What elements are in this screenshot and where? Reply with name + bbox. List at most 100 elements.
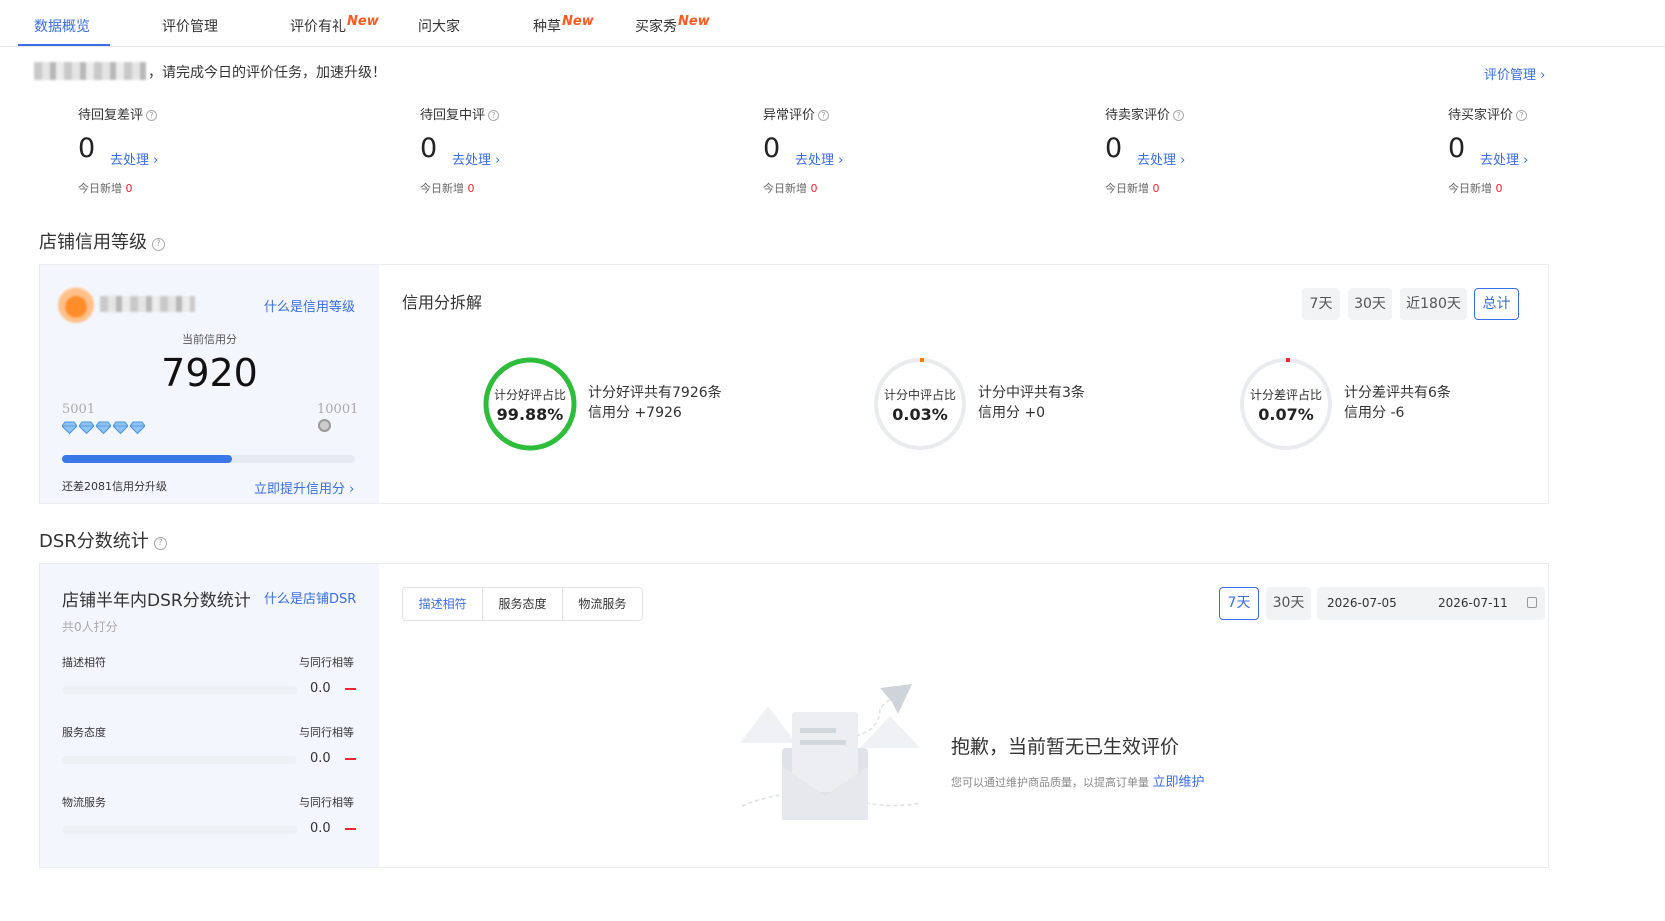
ring-value: 0.03% [892, 405, 948, 424]
process-link[interactable]: 去处理 › [1480, 149, 1528, 168]
range-7-days-button[interactable]: 7天 [1302, 288, 1340, 320]
tab-review-management[interactable]: 评价管理 [162, 16, 218, 36]
dsr-item-score: 0.0 [310, 681, 331, 696]
tab-buyer-show[interactable]: 买家秀New [635, 14, 710, 36]
dsr-section-title: DSR分数统计? [39, 527, 167, 553]
diamond-icon [112, 421, 129, 435]
credit-section-title: 店铺信用等级? [39, 228, 165, 254]
tab-logistics-service[interactable]: 物流服务 [561, 588, 642, 620]
dsr-range-7-days-button[interactable]: 7天 [1219, 587, 1259, 620]
help-icon[interactable]: ? [146, 110, 158, 121]
credit-card: 什么是信用等级 当前信用分 7920 5001 10001 还差2081信用分升… [40, 265, 379, 503]
tab-describe-match[interactable]: 描述相符 [403, 588, 482, 620]
top-tabs: 数据概览 评价管理 评价有礼New 问大家 种草New 买家秀New [0, 0, 1665, 47]
mountain-shape [860, 716, 920, 748]
equal-dash-icon [345, 828, 356, 830]
mountain-shape [740, 706, 796, 743]
credit-progress-track [62, 455, 355, 463]
process-link[interactable]: 去处理 › [452, 149, 500, 168]
help-icon[interactable]: ? [488, 110, 500, 121]
calendar-icon[interactable] [1527, 597, 1537, 608]
dsr-item-compare: 与同行相等 [299, 726, 354, 739]
credit-min: 5001 [62, 402, 96, 417]
blurred-shop-name [100, 296, 195, 312]
greeting-text: ，请完成今日的评价任务，加速升级！ [148, 65, 386, 81]
letter-line [800, 728, 836, 733]
diamond-icon [95, 421, 112, 435]
new-badge: New [562, 14, 594, 29]
today-new: 今日新增 0 [78, 182, 133, 195]
review-management-link[interactable]: 评价管理 › [1484, 64, 1545, 83]
help-icon[interactable]: ? [152, 238, 165, 251]
tab-seeding[interactable]: 种草New [533, 14, 594, 36]
stat-label: 异常评价? [763, 104, 830, 123]
tab-service-attitude[interactable]: 服务态度 [482, 588, 561, 620]
dsr-item-label: 服务态度 [62, 726, 106, 739]
process-link[interactable]: 去处理 › [1137, 149, 1185, 168]
current-credit-label: 当前信用分 [182, 333, 237, 346]
today-new: 今日新增 0 [1105, 182, 1160, 195]
new-badge: New [347, 14, 379, 29]
stat-label: 待回复差评? [78, 104, 158, 123]
crown-level-icon [318, 419, 331, 432]
ring-fill [483, 357, 577, 451]
ratio-ring [1240, 358, 1332, 450]
range-30-days-button[interactable]: 30天 [1348, 288, 1392, 320]
letter-line [800, 740, 846, 745]
range-total-button[interactable]: 总计 [1474, 288, 1519, 320]
stat-value: 0 [420, 133, 438, 164]
maintain-now-link[interactable]: 立即维护 [1153, 775, 1205, 790]
dsr-score-bar [62, 686, 297, 694]
ring-value: 0.07% [1258, 405, 1314, 424]
ring-credit-delta: 信用分 +7926 [588, 405, 682, 421]
today-new: 今日新增 0 [420, 182, 475, 195]
process-link[interactable]: 去处理 › [110, 149, 158, 168]
diamond-icon [78, 421, 95, 435]
tab-data-overview[interactable]: 数据概览 [34, 16, 90, 36]
stat-value: 0 [1105, 133, 1123, 164]
empty-mail-illustration [740, 684, 921, 820]
diamond-icon [129, 421, 146, 435]
active-tab-indicator [18, 44, 110, 46]
dsr-item-compare: 与同行相等 [299, 796, 354, 809]
diamond-icon [61, 421, 78, 435]
dsr-card: 店铺半年内DSR分数统计 什么是店铺DSR 共0人打分 描述相符 与同行相等 0… [40, 564, 379, 867]
help-icon[interactable]: ? [153, 537, 167, 550]
today-new: 今日新增 0 [763, 182, 818, 195]
help-icon[interactable]: ? [1173, 110, 1185, 121]
ring-description: 计分差评共有6条 [1344, 385, 1451, 401]
empty-title: 抱歉，当前暂无已生效评价 [951, 736, 1180, 758]
paper-plane-icon [880, 684, 912, 714]
dsr-item-score: 0.0 [310, 821, 331, 836]
dsr-range-30-days-button[interactable]: 30天 [1266, 587, 1311, 620]
today-new: 今日新增 0 [1448, 182, 1503, 195]
ring-credit-delta: 信用分 -6 [1344, 405, 1405, 421]
ring-label: 计分好评占比 [493, 388, 566, 402]
help-icon[interactable]: ? [1516, 110, 1528, 121]
breakdown-title: 信用分拆解 [402, 293, 483, 312]
dsr-item-label: 物流服务 [62, 796, 106, 809]
ring-track [874, 358, 966, 450]
what-is-credit-link[interactable]: 什么是信用等级 [264, 296, 355, 315]
new-badge: New [678, 14, 710, 29]
dsr-card-title: 店铺半年内DSR分数统计 [62, 591, 251, 611]
tab-ask-everyone[interactable]: 问大家 [418, 16, 460, 36]
stat-value: 0 [1448, 133, 1466, 164]
help-icon[interactable]: ? [818, 110, 830, 121]
tab-review-gift[interactable]: 评价有礼New [290, 14, 379, 36]
stat-label: 待卖家评价? [1105, 104, 1185, 123]
ratio-ring [874, 358, 966, 450]
blurred-shop-name [34, 62, 146, 80]
date-end: 2026-07-11 [1438, 596, 1508, 610]
date-range-picker[interactable]: 2026-07-05 2026-07-11 [1317, 587, 1545, 620]
what-is-dsr-link[interactable]: 什么是店铺DSR [264, 588, 356, 607]
dsr-item-score: 0.0 [310, 751, 331, 766]
range-180-days-button[interactable]: 近180天 [1400, 288, 1467, 320]
process-link[interactable]: 去处理 › [795, 149, 843, 168]
upgrade-text: 还差2081信用分升级 [62, 480, 167, 493]
date-start: 2026-07-05 [1327, 596, 1397, 610]
ratio-ring [483, 357, 577, 451]
boost-credit-link[interactable]: 立即提升信用分 › [254, 478, 354, 497]
empty-description: 您可以通过维护商品质量，以提高订单量 立即维护 [951, 775, 1205, 790]
stat-label: 待回复中评? [420, 104, 500, 123]
